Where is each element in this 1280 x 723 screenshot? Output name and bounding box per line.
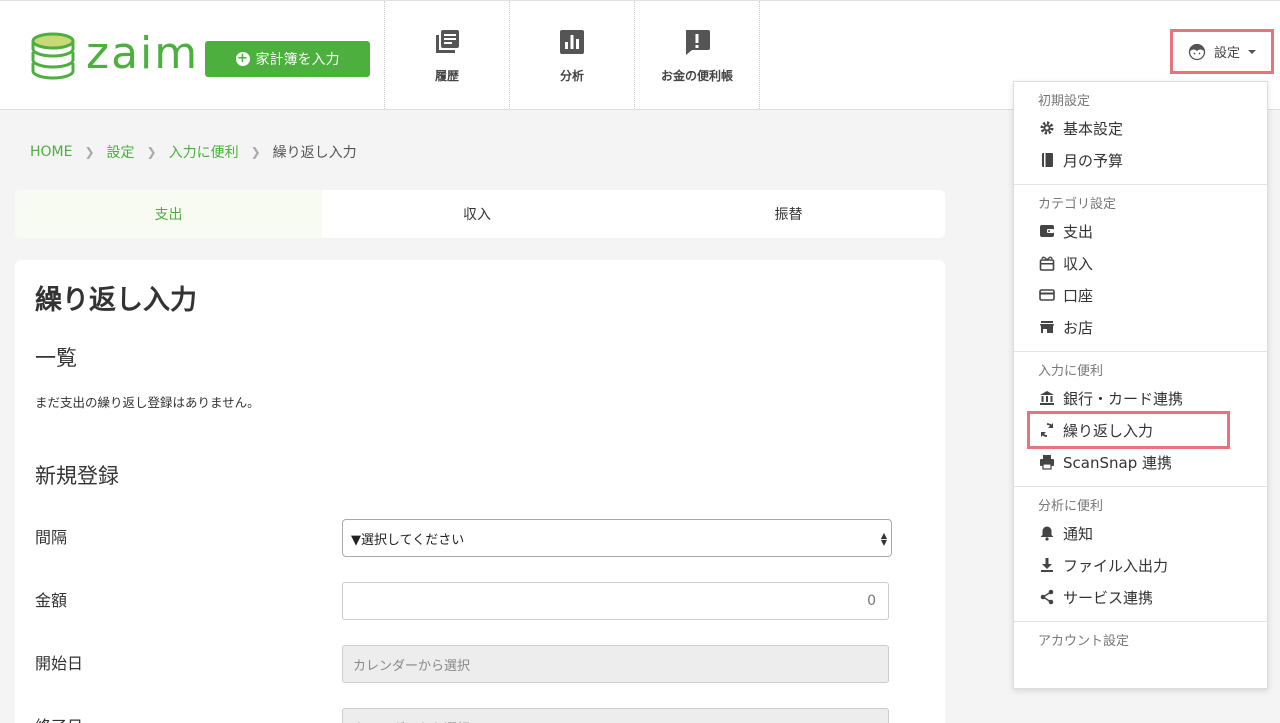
section-heading: アカウント設定 (1038, 634, 1130, 649)
wallet-icon (1040, 225, 1054, 237)
chevron-right-icon: ❯ (250, 145, 261, 159)
menu-item-label: 口座 (1063, 286, 1094, 305)
zaim-logo[interactable]: zaim (28, 31, 199, 81)
repeat-entry-card: 繰り返し入力 一覧 まだ支出の繰り返し登録はありません。 新規登録 間隔 ▼選択… (15, 260, 945, 723)
menu-item-label: 収入 (1063, 254, 1094, 273)
new-registration-heading: 新規登録 (35, 464, 119, 488)
menu-item-store[interactable]: お店 (1014, 311, 1267, 343)
section-input-convenience: 入力に便利 銀行・カード連携 繰り返し入力 ScanSnap 連携 (1014, 352, 1267, 487)
breadcrumb-current: 繰り返し入力 (272, 145, 357, 161)
breadcrumb-settings[interactable]: 設定 (107, 142, 135, 162)
settings-dropdown: 初期設定 基本設定 月の予算 カテゴリ設定 支出 収入 口座 お店 入力に便利 (1013, 81, 1268, 689)
amount-label: 金額 (35, 591, 68, 610)
type-tabs: 支出 収入 振替 (15, 190, 945, 238)
end-date-label: 終了日 (35, 713, 83, 723)
store-icon (1040, 321, 1054, 333)
section-initial-settings: 初期設定 基本設定 月の予算 (1014, 82, 1267, 185)
menu-item-label: 通知 (1063, 524, 1094, 543)
analysis-icon (560, 29, 584, 54)
menu-item-scansnap[interactable]: ScanSnap 連携 (1014, 446, 1267, 478)
gear-icon (1040, 121, 1054, 135)
section-heading: 初期設定 (1038, 94, 1091, 109)
menu-item-repeat-entry[interactable]: 繰り返し入力 (1027, 411, 1230, 449)
repeat-icon (1041, 423, 1053, 437)
interval-label: 間隔 (35, 528, 68, 547)
book-icon (1042, 153, 1053, 167)
menu-item-label: 支出 (1063, 222, 1094, 241)
logo-text: zaim (86, 28, 200, 79)
breadcrumb-home[interactable]: HOME (30, 144, 72, 160)
section-heading: 分析に便利 (1038, 499, 1104, 514)
menu-item-service-link[interactable]: サービス連携 (1014, 581, 1267, 613)
gift-icon (1039, 256, 1055, 271)
household-entry-button[interactable]: + 家計簿を入力 (205, 41, 370, 77)
menu-item-label: 月の予算 (1063, 151, 1124, 170)
menu-item-label: お店 (1063, 318, 1094, 337)
section-analysis-convenience: 分析に便利 通知 ファイル入出力 サービス連携 (1014, 487, 1267, 622)
page-title: 繰り返し入力 (35, 285, 197, 316)
menu-item-basic-settings[interactable]: 基本設定 (1014, 112, 1267, 144)
tab-transfer[interactable]: 振替 (632, 190, 945, 238)
menu-item-label: サービス連携 (1063, 588, 1154, 607)
history-icon (436, 29, 459, 53)
entry-button-label: 家計簿を入力 (255, 52, 340, 68)
start-date-label: 開始日 (35, 654, 84, 673)
coins-logo-icon (31, 32, 75, 80)
menu-item-expense[interactable]: 支出 (1014, 215, 1267, 247)
tab-expense[interactable]: 支出 (15, 190, 322, 238)
nav-history[interactable]: 履歴 (384, 1, 509, 109)
chevron-right-icon: ❯ (146, 145, 157, 159)
chevron-right-icon: ❯ (84, 145, 95, 159)
menu-item-label: ファイル入出力 (1063, 556, 1169, 575)
interval-select[interactable]: ▼選択してください ▲ ▼ (342, 519, 892, 557)
amount-input[interactable]: 0 (342, 582, 889, 620)
menu-item-monthly-budget[interactable]: 月の予算 (1014, 144, 1267, 176)
list-heading: 一覧 (35, 346, 77, 370)
caret-down-icon (1248, 49, 1256, 54)
bell-icon (1040, 526, 1054, 541)
card-icon (1039, 289, 1055, 301)
bank-icon (1040, 391, 1054, 405)
settings-label: 設定 (1213, 46, 1240, 61)
nav-money-guide-label: お金の便利帳 (660, 68, 733, 83)
share-icon (1040, 589, 1054, 605)
printer-icon (1040, 455, 1054, 470)
menu-item-income[interactable]: 収入 (1014, 247, 1267, 279)
nav-history-label: 履歴 (434, 68, 459, 83)
menu-item-file-io[interactable]: ファイル入出力 (1014, 549, 1267, 581)
menu-item-label: 銀行・カード連携 (1063, 389, 1184, 408)
section-account-settings: アカウント設定 (1014, 622, 1267, 660)
menu-item-notifications[interactable]: 通知 (1014, 517, 1267, 549)
section-heading: カテゴリ設定 (1038, 197, 1117, 212)
end-date-input[interactable]: カレンダーから選択 (342, 708, 889, 723)
menu-item-account[interactable]: 口座 (1014, 279, 1267, 311)
menu-item-label: 基本設定 (1063, 119, 1124, 138)
download-icon (1041, 558, 1053, 572)
nav-money-guide[interactable]: お金の便利帳 (634, 1, 760, 109)
interval-select-value: ▼選択してください (351, 532, 465, 548)
empty-list-note: まだ支出の繰り返し登録はありません。 (35, 395, 260, 410)
plus-circle-icon: + (235, 51, 250, 66)
nav-analysis-label: 分析 (559, 68, 584, 83)
nav-analysis[interactable]: 分析 (509, 1, 634, 109)
start-date-input[interactable]: カレンダーから選択 (342, 645, 889, 683)
section-heading: 入力に便利 (1038, 364, 1104, 379)
breadcrumb-convenient[interactable]: 入力に便利 (169, 142, 239, 162)
section-category-settings: カテゴリ設定 支出 収入 口座 お店 (1014, 185, 1267, 352)
menu-item-label: 繰り返し入力 (1063, 421, 1154, 440)
breadcrumb: HOME ❯ 設定 ❯ 入力に便利 ❯ 繰り返し入力 (30, 142, 357, 162)
tab-income[interactable]: 収入 (322, 190, 632, 238)
menu-item-label: ScanSnap 連携 (1063, 453, 1172, 472)
settings-menu-button[interactable]: 設定 (1170, 29, 1274, 74)
avatar-icon (1188, 43, 1206, 60)
money-guide-icon (686, 29, 710, 55)
select-arrows-icon: ▲ ▼ (880, 531, 887, 547)
menu-item-bank-card-link[interactable]: 銀行・カード連携 (1014, 382, 1267, 414)
